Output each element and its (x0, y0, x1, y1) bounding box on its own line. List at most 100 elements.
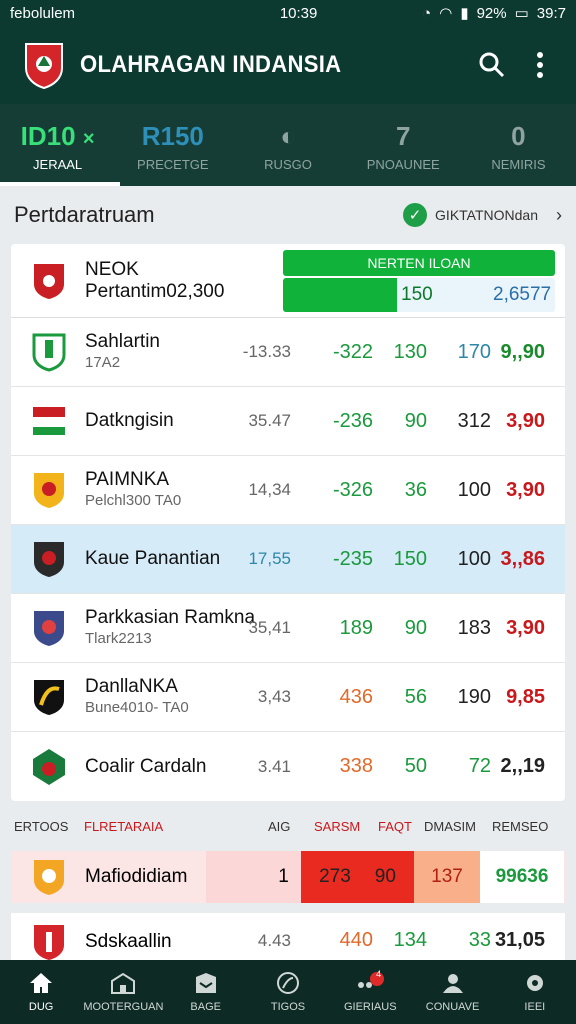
team-name: Sdskaallin (85, 931, 172, 952)
wifi-icon: ◠ (439, 5, 453, 22)
notification-badge: 4 (376, 969, 382, 979)
carrier-label: febolulem (10, 4, 76, 22)
stat-5: 3,,86 (500, 547, 545, 570)
signal-icon: ▮ (460, 5, 469, 22)
search-icon[interactable] (472, 45, 512, 85)
col-header-6: REMSEO (492, 818, 549, 834)
team-crest-icon (34, 860, 64, 895)
stat-4: 100 (457, 547, 491, 570)
app-logo-icon (25, 43, 63, 90)
table-row[interactable]: Parkkasian Ramkna Tlark2213 35,41 189 90 … (11, 594, 565, 663)
table-row[interactable]: Mafiodidiam 1 273 90 137 99636 (11, 851, 565, 903)
stat-4: 100 (457, 478, 491, 501)
home-icon (30, 973, 53, 993)
stat-4: 312 (457, 409, 491, 432)
stat-5: 3,90 (506, 409, 545, 432)
featured-row[interactable]: NEOK Pertantim02,300 NERTEN ILOAN 150 2,… (11, 244, 565, 318)
filter-label: GIKTATNONdan (435, 207, 538, 223)
stat-1: -13.33 (242, 342, 291, 361)
stat-1: 1 (206, 851, 301, 903)
tab-label: NEMIRIS (491, 156, 546, 172)
stat-2: 273 90 (301, 851, 414, 903)
col-header-3: SARSM (314, 818, 361, 834)
stat-3: 90 (404, 616, 427, 639)
stat-5: 2,,19 (500, 755, 545, 777)
team-subname: Pertantim02,300 (85, 280, 225, 302)
nav-gieriaus[interactable]: 4 GIERIAUS (329, 960, 411, 1024)
battery-icon: ▭ (514, 5, 529, 22)
stat-1: 35,41 (248, 618, 291, 637)
nav-label: GIERIAUS (343, 1001, 397, 1013)
stat-2: 440 (339, 929, 373, 951)
stat-4: 190 (457, 685, 491, 708)
app-root: { "status_bar": {"carrier": "febolulem",… (0, 0, 576, 1024)
nav-label: IEEI (524, 1001, 546, 1013)
stat-2: 338 (339, 755, 373, 777)
status-icons: ◔ ◠ ▮ 92% ▭ 39:7 (422, 4, 566, 23)
team-name-block: Kaue Panantian (85, 548, 245, 570)
tab-rusgo[interactable]: ◐ RUSGO (230, 104, 345, 186)
section-header: Pertdaratruam ✓ GIKTATNONdan › (0, 186, 576, 244)
team-crest-icon (33, 407, 65, 435)
tab-pnoaunee[interactable]: 7 PNOAUNEE (346, 104, 461, 186)
progress-label-bar: NERTEN ILOAN (283, 250, 555, 276)
nav-mooterguan[interactable]: MOOTERGUAN (82, 960, 164, 1024)
nav-dug[interactable]: DUG (0, 960, 82, 1024)
table-row[interactable]: PAIMNKA Pelchl300 TA0 14,34 -326 36 100 3… (11, 456, 565, 525)
team-name: NEOK (85, 258, 139, 280)
table-row[interactable]: Sahlartin 17A2 -13.33 -322 130 170 9,,90 (11, 318, 565, 387)
team-crest-icon (33, 748, 65, 785)
tab-precetge[interactable]: R150 PRECETGE (115, 104, 230, 186)
section-title: Pertdaratruam (14, 202, 155, 227)
stat-5: 31,05 (494, 929, 545, 951)
team-crest-icon (34, 473, 64, 508)
settings-icon (526, 975, 543, 991)
table-row-highlighted[interactable]: Kaue Panantian 17,55 -235 150 100 3,,86 (11, 525, 565, 594)
team-sub: Pelchl300 TA0 (85, 492, 182, 509)
stat-3: 56 (404, 685, 427, 708)
news-icon (195, 973, 216, 993)
check-icon: ✓ (403, 203, 428, 227)
shield-icon: ◐ (280, 120, 296, 151)
team-name-block: Sahlartin 17A2 (85, 331, 245, 373)
team-name-block: Coalir Cardaln (85, 756, 245, 778)
team-name-block: PAIMNKA Pelchl300 TA0 (85, 469, 245, 511)
stat-3: 134 (393, 929, 427, 951)
stat-2: -235 (332, 547, 373, 570)
stat-4: 137 (414, 851, 480, 903)
app-title: OLAHRAGAN INDANSIA (80, 51, 342, 78)
ball-icon (276, 972, 299, 994)
progress-fill (283, 278, 398, 312)
tab-indicator (0, 182, 120, 186)
tab-jeraal[interactable]: ID10 × JERAAL (0, 104, 115, 186)
table-row[interactable]: Coalir Cardaln 3.41 338 50 72 2,,19 (11, 732, 565, 801)
stat-2: 436 (339, 685, 373, 708)
team-sub: Bune4010- TA0 (85, 699, 189, 716)
tab-value: 0 (511, 120, 526, 151)
stat-4: 72 (468, 755, 491, 777)
tab-value: ID10 × (20, 120, 95, 151)
team-name: Sahlartin (85, 331, 160, 352)
table-row[interactable]: Datkngisin 35.47 -236 90 312 3,90 (11, 387, 565, 456)
filter-button[interactable]: ✓ GIKTATNONdan › (403, 203, 562, 227)
status-right: 39:7 (536, 4, 566, 22)
tab-label: PNOAUNEE (366, 156, 440, 172)
nav-tigos[interactable]: TIGOS (247, 960, 329, 1024)
nav-bage[interactable]: BAGE (165, 960, 247, 1024)
team-crest-icon (34, 263, 64, 299)
nav-conuave[interactable]: CONUAVE (411, 960, 493, 1024)
col-header-5: DMASIM (424, 818, 476, 834)
more-menu-icon[interactable] (520, 45, 560, 85)
col-header-0: ERTOOS (14, 818, 69, 834)
stat-3: 150 (393, 547, 427, 570)
stat-1: 14,34 (248, 480, 291, 499)
stat-5: 3,90 (506, 616, 545, 639)
progress-bar: 150 2,6577 (283, 278, 555, 312)
team-sub: 17A2 (85, 354, 121, 371)
nav-ieei[interactable]: IEEI (494, 960, 576, 1024)
clock: 10:39 (279, 4, 318, 22)
progress-value-1: 150 (401, 284, 433, 305)
tab-nemiris[interactable]: 0 NEMIRIS (461, 104, 576, 186)
alarm-icon: ◔ (422, 4, 432, 22)
table-row[interactable]: DanllaNKA Bune4010- TA0 3,43 436 56 190 9… (11, 663, 565, 732)
